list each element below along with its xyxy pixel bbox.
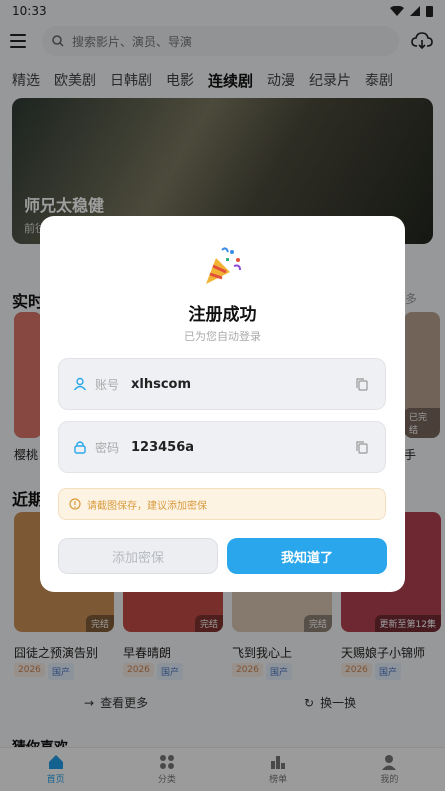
save-tip-banner: 请截图保存，建议添加密保	[58, 488, 386, 520]
password-value: 123456a	[131, 439, 195, 455]
account-label: 账号	[95, 377, 120, 392]
registration-success-dialog: 注册成功 已为您自动登录 账号 xlhscom 密码 123456a 请截图保存…	[40, 216, 405, 592]
got-it-button[interactable]: 我知道了	[227, 538, 387, 574]
user-icon	[73, 377, 87, 391]
dialog-title: 注册成功	[188, 305, 257, 325]
password-field: 密码 123456a	[58, 421, 386, 473]
account-value: xlhscom	[131, 376, 192, 392]
add-security-question-button[interactable]: 添加密保	[58, 538, 218, 574]
copy-password-icon[interactable]	[353, 438, 371, 456]
party-popper-icon	[206, 247, 241, 284]
copy-account-icon[interactable]	[353, 375, 371, 393]
lock-icon	[74, 441, 86, 454]
tip-text: 请截图保存，建议添加密保	[87, 500, 207, 512]
account-field: 账号 xlhscom	[58, 358, 386, 410]
warning-icon	[69, 498, 81, 510]
password-label: 密码	[95, 440, 120, 455]
dialog-subtitle: 已为您自动登录	[184, 330, 261, 343]
